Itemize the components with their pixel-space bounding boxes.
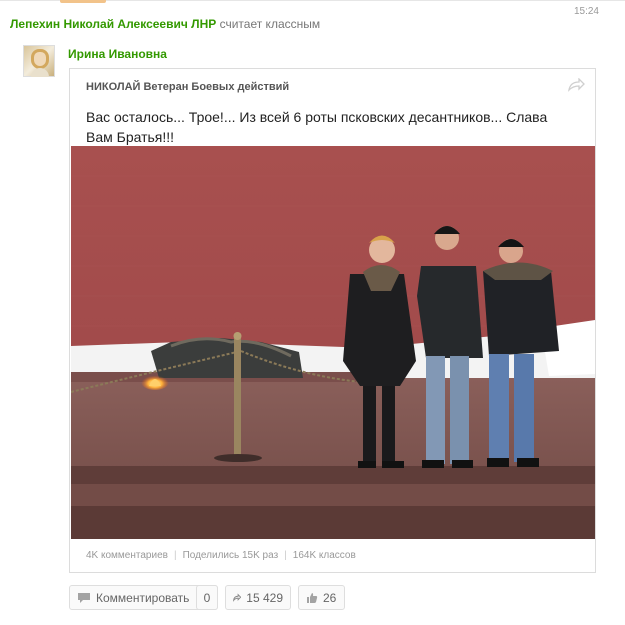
- likes-stat[interactable]: 164K классов: [293, 550, 356, 561]
- thumbs-up-icon: [307, 592, 318, 603]
- bollard-post: [234, 336, 241, 456]
- post-stats: 4K комментариев | Поделились 15K раз | 164K …: [86, 550, 356, 561]
- poster-name-link[interactable]: Ирина Ивановна: [68, 47, 167, 61]
- share-arrow-icon[interactable]: [567, 78, 585, 92]
- post-text: Вас осталось... Трое!... Из всей 6 роты …: [86, 109, 548, 145]
- avatar-face: [34, 52, 46, 66]
- poster-avatar[interactable]: [23, 45, 55, 77]
- feed-header: Лепехин Николай Алексеевич ЛНР считает к…: [10, 17, 320, 31]
- share-count: 15 429: [246, 590, 283, 605]
- stats-separator: |: [284, 550, 287, 561]
- share-button[interactable]: 15 429: [225, 585, 291, 610]
- post-card: НИКОЛАЙ Ветеран Боевых действий Вас оста…: [69, 68, 596, 573]
- stats-separator: |: [173, 550, 177, 561]
- avatar-body: [31, 68, 49, 77]
- actor-name-link[interactable]: Лепехин Николай Алексеевич ЛНР: [10, 17, 216, 31]
- action-text: считает классным: [219, 17, 321, 31]
- like-button[interactable]: 26: [298, 585, 345, 610]
- comment-bubble-icon: [78, 592, 90, 603]
- comments-stat[interactable]: 4K комментариев: [86, 550, 168, 561]
- post-photo[interactable]: [71, 146, 595, 539]
- comment-count: 0: [196, 585, 218, 610]
- comment-button-label: Комментировать: [96, 590, 190, 605]
- shares-stat[interactable]: Поделились 15K раз: [183, 550, 279, 561]
- like-count: 26: [323, 590, 337, 605]
- reshare-icon: [233, 593, 242, 602]
- top-accent-bar: [60, 0, 106, 3]
- post-author-link[interactable]: НИКОЛАЙ Ветеран Боевых действий: [86, 81, 289, 93]
- feed-timestamp: 15:24: [573, 6, 599, 17]
